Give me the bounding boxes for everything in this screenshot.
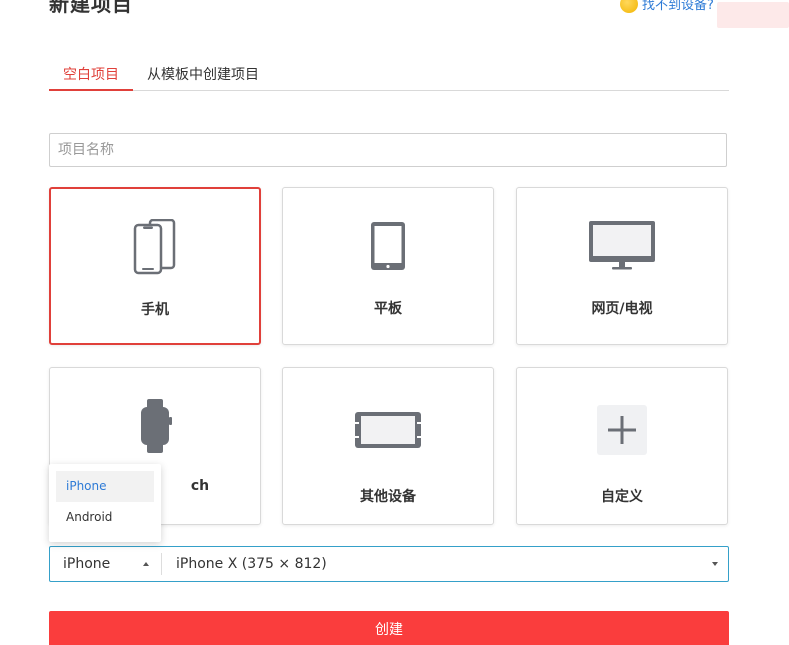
plus-icon [596, 400, 648, 460]
device-card-phone[interactable]: 手机 [49, 187, 261, 345]
modal-title: 新建项目 [49, 0, 133, 16]
tab-from-template[interactable]: 从模板中创建项目 [133, 58, 273, 90]
project-name-input[interactable] [49, 133, 727, 167]
other-device-icon [353, 400, 423, 460]
model-select-value: iPhone X (375 × 812) [176, 556, 327, 572]
device-card-label: ch [190, 478, 210, 494]
os-option-iphone[interactable]: iPhone [56, 471, 154, 502]
os-select-value: iPhone [63, 556, 111, 572]
tab-blank-project[interactable]: 空白项目 [49, 58, 133, 91]
device-card-tablet[interactable]: 平板 [282, 187, 494, 345]
os-select[interactable]: iPhone [50, 553, 162, 575]
project-type-tabs: 空白项目 从模板中创建项目 [49, 58, 729, 91]
phones-icon [132, 217, 178, 277]
device-card-label: 手机 [141, 302, 169, 318]
device-card-web-tv[interactable]: 网页/电视 [516, 187, 728, 345]
background-button-ghost [717, 2, 789, 28]
watch-icon [135, 396, 175, 456]
thinking-emoji-icon [620, 0, 638, 13]
new-project-modal: 新建项目 找不到设备? 空白项目 从模板中创建项目 手机 [0, 0, 789, 645]
monitor-icon [587, 216, 657, 276]
device-card-label: 其他设备 [360, 489, 416, 505]
model-select[interactable]: iPhone X (375 × 812) [162, 556, 728, 572]
os-option-android[interactable]: Android [56, 502, 154, 533]
device-card-custom[interactable]: 自定义 [516, 367, 728, 525]
help-link[interactable]: 找不到设备? [620, 0, 714, 13]
create-button[interactable]: 创建 [49, 611, 729, 645]
chevron-up-icon [143, 562, 149, 566]
device-card-other[interactable]: 其他设备 [282, 367, 494, 525]
device-model-selector: iPhone iPhone X (375 × 812) [49, 546, 729, 582]
tablet-icon [368, 216, 408, 276]
os-dropdown-menu: iPhone Android [49, 464, 161, 542]
help-link-label: 找不到设备? [642, 0, 714, 13]
device-card-label: 自定义 [601, 489, 643, 505]
chevron-down-icon [712, 562, 718, 566]
device-card-label: 平板 [374, 301, 402, 317]
device-card-label: 网页/电视 [591, 301, 653, 317]
